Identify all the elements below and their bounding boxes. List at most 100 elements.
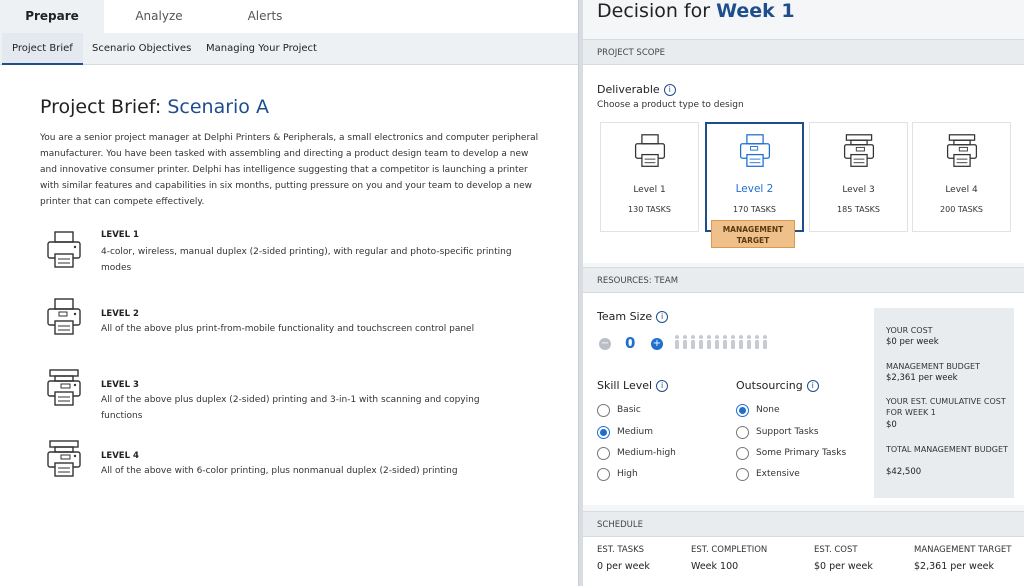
subtab-project-brief[interactable]: Project Brief [2, 33, 83, 65]
schedule-est-cost-value: $0 per week [814, 561, 873, 572]
outsourcing-radio-some-primary[interactable] [736, 447, 749, 460]
printer-icon [946, 134, 978, 167]
project-scope-header: PROJECT SCOPE [583, 39, 1024, 65]
deliverable-label: Deliverable i [597, 83, 676, 96]
level-desc: All of the above plus print-from-mobile … [101, 324, 475, 334]
mgmt-budget-value: $2,361 per week [886, 373, 958, 383]
decision-title-prefix: Decision for [597, 0, 711, 22]
skill-level-label-text: Skill Level [597, 379, 653, 392]
total-budget-label: TOTAL MANAGEMENT BUDGET [886, 445, 1008, 454]
skill-option-label: Medium-high [617, 448, 676, 458]
skill-radio-high[interactable] [597, 468, 610, 481]
team-size-value: 0 [625, 334, 636, 352]
skill-option-label: Basic [617, 405, 641, 415]
schedule-mgmt-target-label: MANAGEMENT TARGET [914, 545, 1012, 555]
team-size-label: Team Size i [597, 310, 669, 323]
skill-level-label: Skill Level i [597, 379, 669, 392]
tab-alerts[interactable]: Alerts [226, 0, 304, 33]
deliverable-card-level-3[interactable]: Level 3 185 TASKS [809, 122, 908, 232]
skill-option-label: High [617, 469, 638, 479]
outsourcing-radio-none[interactable] [736, 404, 749, 417]
main-tabs: Prepare Analyze Alerts [0, 0, 578, 33]
tab-prepare[interactable]: Prepare [0, 0, 104, 33]
deliverable-card-level-4[interactable]: Level 4 200 TASKS [912, 122, 1011, 232]
page-title: Project Brief: Scenario A [40, 96, 269, 118]
card-level-name: Level 2 [735, 183, 774, 195]
card-task-count: 170 TASKS [733, 205, 776, 214]
team-decrease-button[interactable]: − [599, 338, 611, 350]
schedule-est-tasks-label: EST. TASKS [597, 545, 645, 555]
level-desc: All of the above plus duplex (2-sided) p… [101, 395, 480, 421]
printer-icon [47, 369, 81, 406]
level-label: LEVEL 4 [101, 451, 139, 461]
outsourcing-radio-support-tasks[interactable] [736, 426, 749, 439]
outsourcing-label-text: Outsourcing [736, 379, 803, 392]
level-label: LEVEL 2 [101, 309, 139, 319]
schedule-header: SCHEDULE [583, 511, 1024, 537]
level-desc: All of the above with 6-color printing, … [101, 466, 458, 476]
person-icon [675, 335, 767, 349]
level-item-4: LEVEL 4 All of the above with 6-color pr… [46, 439, 526, 489]
skill-option-label: Medium [617, 427, 653, 437]
level-desc: 4-color, wireless, manual duplex (2-side… [101, 247, 512, 273]
outsourcing-option-label: None [756, 405, 780, 415]
decision-week: Week 1 [716, 0, 795, 22]
cumulative-cost-value: $0 [886, 420, 897, 430]
subtab-managing-your-project[interactable]: Managing Your Project [206, 33, 317, 65]
info-icon[interactable]: i [806, 380, 819, 392]
total-budget-value: $42,500 [886, 467, 922, 477]
skill-radio-basic[interactable] [597, 404, 610, 417]
info-icon[interactable]: i [656, 380, 669, 392]
deliverable-hint: Choose a product type to design [597, 100, 744, 110]
card-task-count: 130 TASKS [628, 205, 671, 214]
card-task-count: 200 TASKS [940, 205, 983, 214]
schedule-est-completion-label: EST. COMPLETION [691, 545, 768, 555]
level-label: LEVEL 1 [101, 230, 139, 240]
outsourcing-option-label: Support Tasks [756, 427, 819, 437]
cumulative-cost-label: YOUR EST. CUMULATIVE COST FOR WEEK 1 [886, 397, 1006, 417]
brief-intro: You are a senior project manager at Delp… [40, 133, 539, 207]
team-size-label-text: Team Size [597, 310, 653, 323]
info-icon[interactable]: i [656, 311, 669, 323]
skill-radio-medium[interactable] [597, 426, 610, 439]
printer-icon [47, 231, 81, 268]
level-label: LEVEL 3 [101, 380, 139, 390]
your-cost-label: YOUR COST [886, 326, 933, 335]
card-task-count: 185 TASKS [837, 205, 880, 214]
tab-analyze[interactable]: Analyze [118, 0, 200, 33]
card-level-name: Level 4 [945, 185, 978, 195]
your-cost-value: $0 per week [886, 337, 939, 347]
schedule-est-completion-value: Week 100 [691, 561, 739, 572]
deliverable-card-level-1[interactable]: Level 1 130 TASKS [600, 122, 699, 232]
outsourcing-option-label: Extensive [756, 469, 800, 479]
card-level-name: Level 3 [842, 185, 875, 195]
level-item-2: LEVEL 2 All of the above plus print-from… [46, 297, 526, 347]
title-scenario: Scenario A [167, 96, 269, 118]
outsourcing-label: Outsourcing i [736, 379, 819, 392]
subtab-scenario-objectives[interactable]: Scenario Objectives [92, 33, 191, 65]
left-panel: Prepare Analyze Alerts Project Brief Sce… [0, 0, 578, 586]
outsourcing-option-label: Some Primary Tasks [756, 448, 847, 458]
management-target-badge: MANAGEMENT TARGET [711, 220, 795, 248]
schedule-mgmt-target-value: $2,361 per week [914, 561, 995, 572]
deliverable-card-level-2[interactable]: Level 2 170 TASKS [705, 122, 804, 232]
decision-title: Decision for Week 1 [597, 0, 795, 22]
title-prefix: Project Brief: [40, 96, 162, 118]
team-increase-button[interactable]: + [651, 338, 663, 350]
skill-radio-medium-high[interactable] [597, 447, 610, 460]
schedule-est-tasks-value: 0 per week [597, 561, 650, 572]
deliverable-label-text: Deliverable [597, 83, 660, 96]
outsourcing-radio-extensive[interactable] [736, 468, 749, 481]
info-icon[interactable]: i [663, 84, 676, 96]
printer-icon [634, 134, 666, 167]
printer-icon [843, 134, 875, 167]
printer-icon [47, 298, 81, 335]
team-members-indicator [675, 335, 767, 349]
card-level-name: Level 1 [633, 185, 666, 195]
printer-icon [739, 134, 771, 167]
schedule-est-cost-label: EST. COST [814, 545, 858, 555]
resources-header: RESOURCES: TEAM [583, 267, 1024, 293]
mgmt-budget-label: MANAGEMENT BUDGET [886, 362, 980, 371]
printer-icon [47, 440, 81, 477]
sub-tabs: Project Brief Scenario Objectives Managi… [0, 33, 578, 65]
